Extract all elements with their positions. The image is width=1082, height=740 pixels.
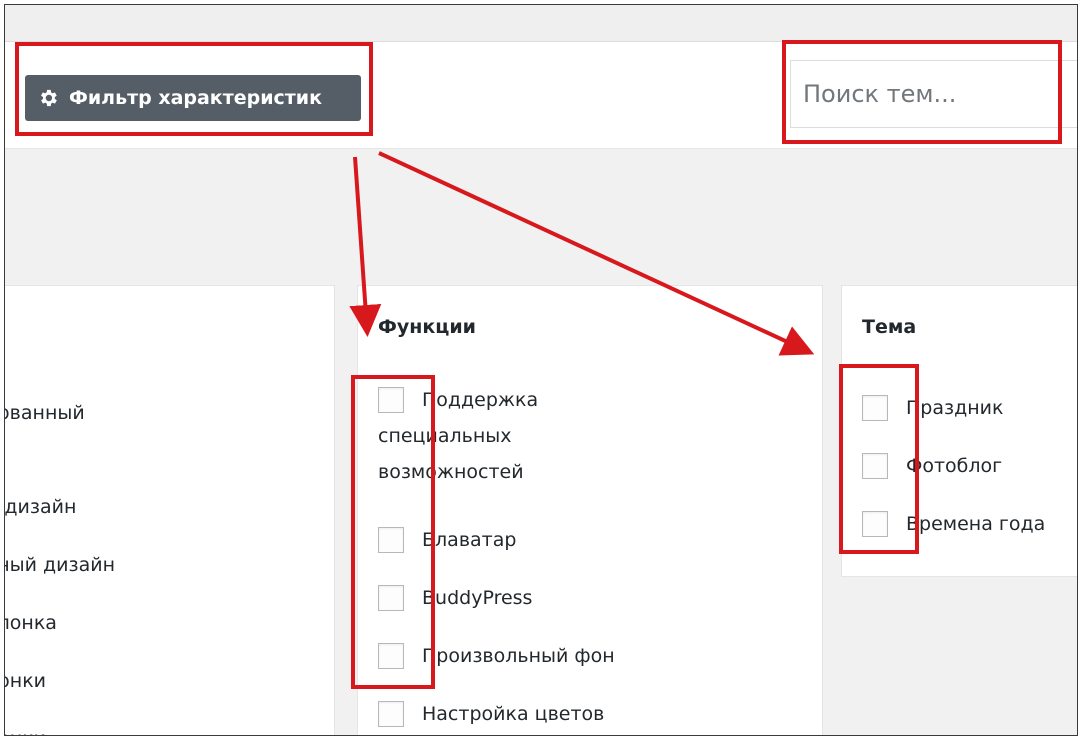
layout-item: вный дизайн: [5, 554, 116, 576]
subject-option-label: Фотоблог: [906, 455, 1003, 477]
themes-filter-toolbar: Фильтр характеристик: [5, 41, 1077, 149]
feature-option-custom-background[interactable]: Произвольный фон: [378, 638, 615, 674]
subject-option-label: Праздник: [906, 397, 1004, 419]
gear-icon: [41, 89, 57, 107]
feature-option-label: Произвольный фон: [422, 645, 615, 667]
theme-search-input[interactable]: [790, 60, 1077, 128]
subject-panel: Тема Праздник Фотоблог Времена года: [841, 285, 1077, 577]
layout-item: лонки: [5, 670, 47, 692]
checkbox[interactable]: [862, 395, 888, 421]
subject-option-photoblog[interactable]: Фотоблог: [862, 448, 1002, 484]
feature-filter-button[interactable]: Фильтр характеристик: [25, 75, 361, 121]
features-panel: Функции Поддержка специальных возможност…: [357, 285, 823, 735]
subject-option-label: Времена года: [906, 513, 1046, 535]
subject-panel-title: Тема: [862, 316, 917, 338]
screenshot-frame: Фильтр характеристик рованный й дизайн в…: [4, 4, 1078, 736]
checkbox[interactable]: [378, 585, 404, 611]
admin-top-strip: [5, 5, 1077, 41]
feature-option-label: Настройка цветов: [422, 703, 605, 725]
checkbox[interactable]: [378, 643, 404, 669]
layout-item: олонка: [5, 612, 57, 634]
checkbox[interactable]: [862, 511, 888, 537]
checkbox[interactable]: [378, 701, 404, 727]
layout-item: й дизайн: [4, 496, 77, 518]
features-panel-title: Функции: [378, 316, 476, 338]
subject-option-holiday[interactable]: Праздник: [862, 390, 1003, 426]
feature-option-blavatar[interactable]: Блаватар: [378, 522, 516, 558]
feature-option-label: Поддержка специальных возможностей: [378, 389, 539, 483]
feature-filter-button-label: Фильтр характеристик: [69, 87, 323, 109]
checkbox[interactable]: [378, 527, 404, 553]
checkbox[interactable]: [862, 453, 888, 479]
layout-item: рованный: [5, 402, 85, 424]
layout-panel: рованный й дизайн вный дизайн олонка лон…: [4, 285, 335, 735]
feature-option-label: Блаватар: [422, 529, 517, 551]
feature-option-buddypress[interactable]: BuddyPress: [378, 580, 532, 616]
layout-item: лонки: [5, 728, 46, 735]
feature-option-accessibility[interactable]: Поддержка специальных возможностей: [378, 382, 538, 490]
feature-option-label: BuddyPress: [422, 587, 533, 609]
subject-option-seasons[interactable]: Времена года: [862, 506, 1045, 542]
feature-option-custom-colors[interactable]: Настройка цветов: [378, 696, 604, 732]
